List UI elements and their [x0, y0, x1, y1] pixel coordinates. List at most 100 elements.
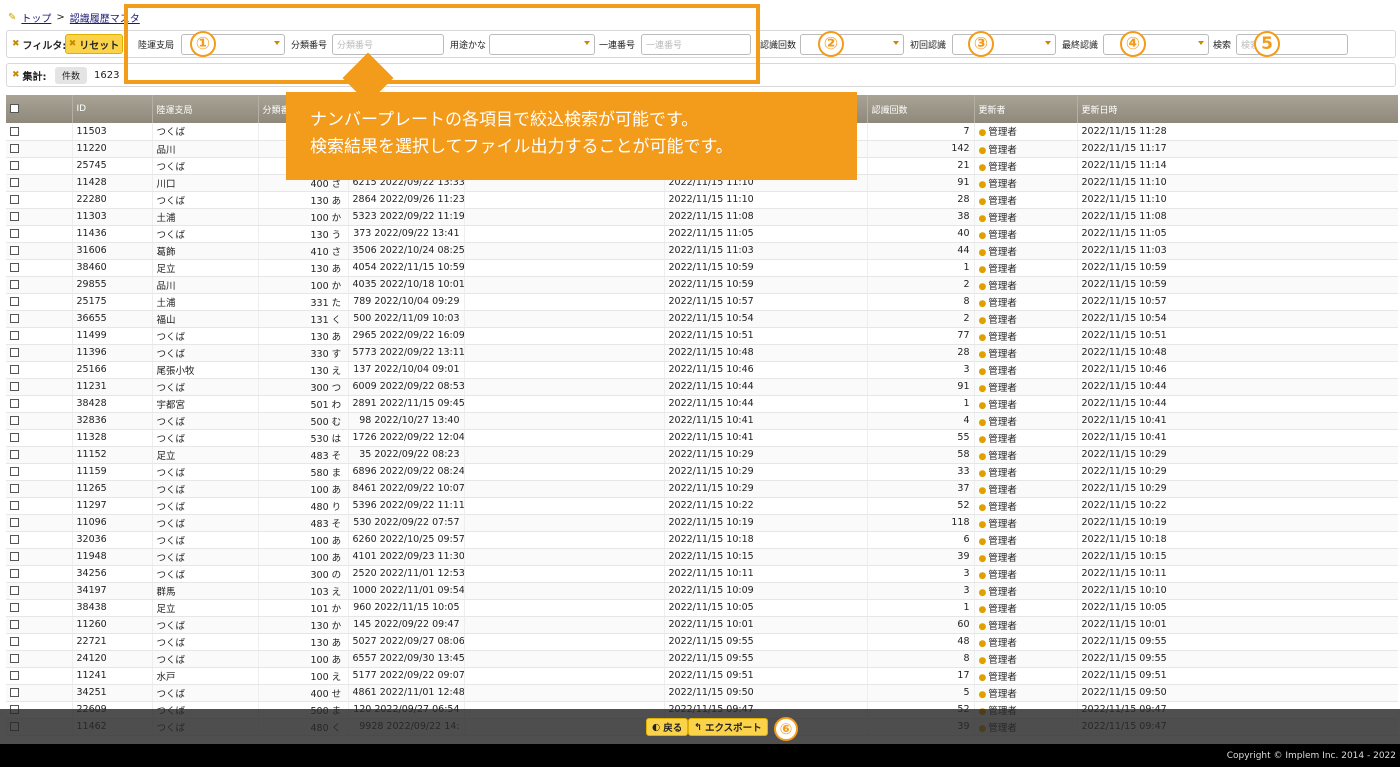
table-row[interactable]: 11260 つくば 130 か 145 2022/09/22 09:47 2022/11/… [6, 616, 1398, 634]
header-updated-at[interactable]: 更新日時 [1077, 95, 1398, 123]
row-checkbox[interactable] [10, 637, 19, 646]
table-row[interactable]: 11499 つくば 130 あ 2965 2022/09/22 16:09 2022/11… [6, 327, 1398, 345]
row-select-cell[interactable] [6, 276, 73, 294]
row-select-cell[interactable] [6, 174, 73, 192]
row-checkbox[interactable] [10, 603, 19, 612]
table-row[interactable]: 11096 つくば 483 そ 530 2022/09/22 07:57 2022/11/… [6, 514, 1398, 532]
header-office[interactable]: 陸運支局 [152, 95, 259, 123]
row-select-cell[interactable] [6, 344, 73, 362]
row-select-cell[interactable] [6, 395, 73, 413]
table-row[interactable]: 25166 尾張小牧 130 え 137 2022/10/04 09:01 2022/11… [6, 361, 1398, 379]
row-select-cell[interactable] [6, 242, 73, 260]
row-select-cell[interactable] [6, 667, 73, 685]
row-checkbox[interactable] [10, 654, 19, 663]
row-select-cell[interactable] [6, 548, 73, 566]
reset-button[interactable]: ✖ リセット [65, 34, 123, 54]
row-select-cell[interactable] [6, 429, 73, 447]
count-select[interactable] [800, 34, 904, 55]
row-select-cell[interactable] [6, 327, 73, 345]
row-checkbox[interactable] [10, 484, 19, 493]
row-checkbox[interactable] [10, 126, 19, 136]
row-checkbox[interactable] [10, 450, 19, 459]
export-button[interactable]: ↰ エクスポート [688, 718, 768, 736]
row-select-cell[interactable] [6, 157, 73, 175]
back-button[interactable]: ◐ 戻る [646, 718, 689, 736]
search-input[interactable]: 検索 [1236, 34, 1348, 55]
table-row[interactable]: 11297 つくば 480 り 5396 2022/09/22 11:11 2022/11… [6, 497, 1398, 515]
row-checkbox[interactable] [10, 263, 19, 272]
table-row[interactable]: 32836 つくば 500 む 98 2022/10/27 13:40 2022/11/1… [6, 412, 1398, 430]
header-updater[interactable]: 更新者 [974, 95, 1078, 123]
row-checkbox[interactable] [10, 399, 19, 408]
row-checkbox[interactable] [10, 569, 19, 578]
table-row[interactable]: 11231 つくば 300 つ 6009 2022/09/22 08:53 2022/11… [6, 378, 1398, 396]
row-select-cell[interactable] [6, 208, 73, 226]
row-select-cell[interactable] [6, 565, 73, 583]
row-checkbox[interactable] [10, 620, 19, 629]
table-row[interactable]: 36655 福山 131 く 500 2022/11/09 10:03 2022/11/1… [6, 310, 1398, 328]
table-row[interactable]: 38460 足立 130 あ 4054 2022/11/15 10:59 2022/11/… [6, 259, 1398, 277]
row-select-cell[interactable] [6, 497, 73, 515]
row-select-cell[interactable] [6, 123, 73, 141]
table-row[interactable]: 24120 つくば 100 あ 6557 2022/09/30 13:45 2022/11… [6, 650, 1398, 668]
row-checkbox[interactable] [10, 195, 19, 204]
row-select-cell[interactable] [6, 599, 73, 617]
select-all-checkbox[interactable] [10, 104, 19, 113]
table-row[interactable]: 34197 群馬 103 え 1000 2022/11/01 09:54 2022/11/… [6, 582, 1398, 600]
row-select-cell[interactable] [6, 378, 73, 396]
table-row[interactable]: 11152 足立 483 そ 35 2022/09/22 08:23 2022/11/15… [6, 446, 1398, 464]
row-select-cell[interactable] [6, 650, 73, 668]
row-select-cell[interactable] [6, 191, 73, 209]
row-checkbox[interactable] [10, 535, 19, 544]
row-select-cell[interactable] [6, 633, 73, 651]
table-row[interactable]: 11328 つくば 530 は 1726 2022/09/22 12:04 2022/11… [6, 429, 1398, 447]
row-select-cell[interactable] [6, 446, 73, 464]
table-row[interactable]: 34251 つくば 400 せ 4861 2022/11/01 12:48 2022/11… [6, 684, 1398, 702]
row-checkbox[interactable] [10, 212, 19, 221]
breadcrumb-top-link[interactable]: トップ [21, 10, 51, 25]
row-checkbox[interactable] [10, 586, 19, 595]
row-checkbox[interactable] [10, 144, 19, 153]
table-row[interactable]: 11265 つくば 100 あ 8461 2022/09/22 10:07 2022/11… [6, 480, 1398, 498]
row-select-cell[interactable] [6, 531, 73, 549]
table-row[interactable]: 22721 つくば 130 あ 5027 2022/09/27 08:06 2022/11… [6, 633, 1398, 651]
table-row[interactable]: 29855 品川 100 か 4035 2022/10/18 10:01 2022/11/… [6, 276, 1398, 294]
header-id[interactable]: ID [72, 95, 153, 123]
row-select-cell[interactable] [6, 684, 73, 702]
row-checkbox[interactable] [10, 178, 19, 187]
row-select-cell[interactable] [6, 293, 73, 311]
row-select-cell[interactable] [6, 225, 73, 243]
table-row[interactable]: 32036 つくば 100 あ 6260 2022/10/25 09:57 2022/11… [6, 531, 1398, 549]
row-checkbox[interactable] [10, 280, 19, 289]
row-select-cell[interactable] [6, 480, 73, 498]
row-checkbox[interactable] [10, 688, 19, 697]
row-select-cell[interactable] [6, 582, 73, 600]
header-count[interactable]: 認識回数 [867, 95, 975, 123]
table-row[interactable]: 22280 つくば 130 あ 2864 2022/09/26 11:23 2022/11… [6, 191, 1398, 209]
table-row[interactable]: 11303 土浦 100 か 5323 2022/09/22 11:19 2022/11/… [6, 208, 1398, 226]
table-row[interactable]: 25175 土浦 331 た 789 2022/10/04 09:29 2022/11/1… [6, 293, 1398, 311]
table-row[interactable]: 38428 宇都宮 501 わ 2891 2022/11/15 09:45 2022/11… [6, 395, 1398, 413]
row-select-cell[interactable] [6, 310, 73, 328]
table-row[interactable]: 31606 葛飾 410 さ 3506 2022/10/24 08:25 2022/11/… [6, 242, 1398, 260]
row-select-cell[interactable] [6, 259, 73, 277]
row-select-cell[interactable] [6, 412, 73, 430]
row-select-cell[interactable] [6, 514, 73, 532]
table-row[interactable]: 11948 つくば 100 あ 4101 2022/09/23 11:30 2022/11… [6, 548, 1398, 566]
row-checkbox[interactable] [10, 467, 19, 476]
table-row[interactable]: 11396 つくば 330 す 5773 2022/09/22 13:11 2022/11… [6, 344, 1398, 362]
row-checkbox[interactable] [10, 161, 19, 170]
row-checkbox[interactable] [10, 314, 19, 323]
row-select-cell[interactable] [6, 140, 73, 158]
row-checkbox[interactable] [10, 331, 19, 340]
table-row[interactable]: 11241 水戸 100 え 5177 2022/09/22 09:07 2022/11/… [6, 667, 1398, 685]
row-checkbox[interactable] [10, 297, 19, 306]
select-all-header[interactable] [6, 95, 73, 123]
row-checkbox[interactable] [10, 671, 19, 680]
row-checkbox[interactable] [10, 433, 19, 442]
row-select-cell[interactable] [6, 616, 73, 634]
row-select-cell[interactable] [6, 361, 73, 379]
table-row[interactable]: 11436 つくば 130 う 373 2022/09/22 13:41 2022/11/… [6, 225, 1398, 243]
table-row[interactable]: 34256 つくば 300 の 2520 2022/11/01 12:53 2022/11… [6, 565, 1398, 583]
row-checkbox[interactable] [10, 365, 19, 374]
